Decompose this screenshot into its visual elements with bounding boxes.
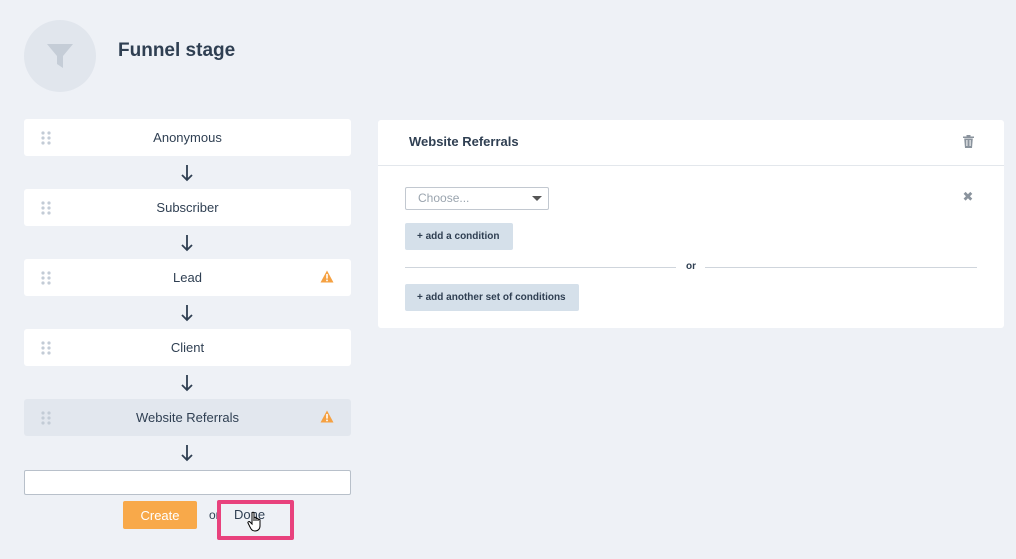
panel-title: Website Referrals [409,134,519,149]
divider-line [405,267,676,268]
stage-label: Anonymous [153,130,222,145]
add-condition-button[interactable]: + add a condition [405,223,513,250]
funnel-icon [47,44,73,68]
drag-handle-icon[interactable] [40,271,52,285]
panel-header: Website Referrals [378,120,1004,166]
stage-label: Website Referrals [135,410,240,425]
drag-handle-icon[interactable] [40,131,52,145]
stage-item-website-referrals[interactable]: Website Referrals [24,399,351,436]
drag-handle-icon[interactable] [40,411,52,425]
or-divider-label: or [686,261,696,272]
stage-item-lead[interactable]: Lead [24,259,351,296]
divider-line [705,267,977,268]
stage-label: Lead [173,270,202,285]
stage-item-anonymous[interactable]: Anonymous [24,119,351,156]
condition-select-placeholder: Choose... [418,191,470,205]
condition-select[interactable]: Choose... [405,187,549,210]
arrow-down-icon [181,165,193,182]
hand-cursor-icon [247,511,261,532]
stage-item-client[interactable]: Client [24,329,351,366]
stage-label: Subscriber [156,200,219,215]
arrow-down-icon [181,305,193,322]
arrow-down-icon [181,235,193,252]
warning-icon [320,410,334,423]
trash-icon[interactable] [963,135,974,148]
caret-down-icon [532,196,542,201]
arrow-down-icon [181,445,193,462]
stage-item-subscriber[interactable]: Subscriber [24,189,351,226]
drag-handle-icon[interactable] [40,341,52,355]
create-button[interactable]: Create [123,501,197,529]
stage-label: Client [170,340,205,355]
drag-handle-icon[interactable] [40,201,52,215]
close-icon[interactable]: ✖ [962,190,974,204]
new-stage-input[interactable] [24,470,351,495]
add-condition-set-button[interactable]: + add another set of conditions [405,284,579,311]
arrow-down-icon [181,375,193,392]
page-title: Funnel stage [118,40,236,61]
stage-conditions-panel: Website Referrals Choose... ✖ + add a co… [378,120,1004,328]
funnel-avatar [24,20,96,92]
warning-icon [320,270,334,283]
